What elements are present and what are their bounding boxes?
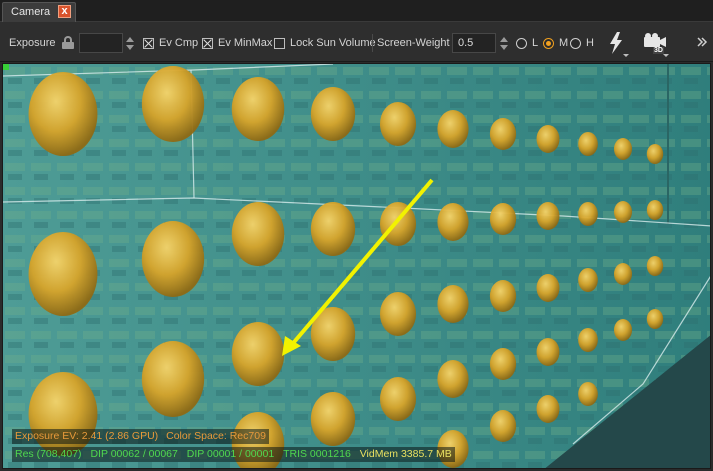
chevron-down-icon	[663, 54, 669, 57]
hud-dip-2: DIP 00001 / 00001	[186, 448, 275, 460]
hud-res: Res (708,407)	[15, 448, 82, 460]
sphere	[437, 360, 469, 398]
exposure-input[interactable]	[79, 33, 123, 53]
sphere	[613, 319, 633, 341]
sphere	[578, 132, 598, 156]
screen-weight-label: Screen-Weight	[377, 37, 450, 49]
sphere	[536, 274, 560, 302]
sphere	[379, 102, 417, 146]
ev-minmax-label: Ev MinMax	[218, 37, 273, 49]
sphere	[310, 392, 356, 446]
camera-3d-icon[interactable]: 3D	[641, 31, 669, 57]
sphere	[489, 348, 517, 380]
sphere	[489, 280, 517, 312]
sphere	[613, 201, 633, 223]
ev-minmax-checkbox[interactable]	[202, 38, 213, 49]
sphere	[437, 285, 469, 323]
lock-sun-volume-checkbox[interactable]	[274, 38, 285, 49]
sphere	[28, 232, 98, 316]
sphere	[437, 203, 469, 241]
hud-color-space: Color Space: Rec709	[166, 430, 266, 442]
sphere	[141, 341, 205, 417]
exposure-label: Exposure	[9, 37, 56, 49]
sphere	[613, 263, 633, 285]
tab-bar: Camera x	[0, 0, 713, 22]
lock-sun-volume-label: Lock Sun Volume	[290, 37, 376, 49]
sphere	[379, 377, 417, 421]
sphere	[578, 268, 598, 292]
close-icon[interactable]: x	[58, 5, 71, 18]
chevron-down-icon	[623, 54, 629, 57]
viewport-scene	[3, 64, 710, 468]
screen-weight-input[interactable]: 0.5	[452, 33, 496, 53]
quality-medium-radio[interactable]	[543, 38, 554, 49]
sphere	[646, 200, 664, 220]
hud-exposure-line: Exposure EV: 2.41 (2.86 GPU) Color Space…	[12, 429, 269, 444]
sphere	[379, 202, 417, 246]
toolbar-overflow-icon[interactable]	[695, 34, 709, 60]
screen-weight-stepper[interactable]	[498, 33, 510, 53]
sphere	[379, 292, 417, 336]
sphere	[646, 309, 664, 329]
tab-camera[interactable]: Camera x	[2, 2, 76, 22]
sphere	[28, 72, 98, 156]
sphere	[310, 202, 356, 256]
quality-low-label: L	[532, 37, 539, 49]
sphere	[578, 202, 598, 226]
sphere	[489, 410, 517, 442]
camera-3d-badge: 3D	[653, 47, 664, 54]
exposure-stepper[interactable]	[124, 33, 136, 53]
sphere	[536, 202, 560, 230]
camera-viewport[interactable]: Exposure EV: 2.41 (2.86 GPU) Color Space…	[2, 63, 711, 469]
sphere	[578, 328, 598, 352]
sphere	[613, 138, 633, 160]
hud-tris: TRIS 0001216	[283, 448, 351, 460]
sphere	[646, 256, 664, 276]
viewport-corner-marker	[3, 64, 9, 70]
tab-camera-label: Camera	[11, 6, 51, 18]
ev-cmp-checkbox[interactable]	[143, 38, 154, 49]
hud-dip-1: DIP 00062 / 00067	[90, 448, 178, 460]
sphere	[141, 66, 205, 142]
sphere	[231, 202, 285, 266]
toolbar-divider	[372, 34, 373, 52]
sphere	[536, 125, 560, 153]
hud-exposure-ev: Exposure EV: 2.41 (2.86 GPU)	[15, 430, 159, 442]
quality-high-radio[interactable]	[570, 38, 581, 49]
lightning-icon[interactable]	[605, 31, 629, 57]
sphere	[437, 110, 469, 148]
sphere	[231, 77, 285, 141]
camera-toolbar: Exposure Ev Cmp Ev MinMax Lock Sun Volum…	[0, 22, 713, 62]
ev-cmp-label: Ev Cmp	[159, 37, 199, 49]
sphere	[536, 338, 560, 366]
hud-stats-line: Res (708,407) DIP 00062 / 00067 DIP 0000…	[12, 447, 455, 462]
sphere	[141, 221, 205, 297]
lock-icon[interactable]	[62, 36, 74, 49]
quality-medium-label: M	[559, 37, 569, 49]
sphere	[578, 382, 598, 406]
sphere	[646, 144, 664, 164]
quality-low-radio[interactable]	[516, 38, 527, 49]
sphere	[536, 395, 560, 423]
sphere	[489, 118, 517, 150]
sphere	[310, 87, 356, 141]
hud-vidmem: VidMem 3385.7 MB	[359, 448, 452, 460]
quality-high-label: H	[586, 37, 594, 49]
sphere	[489, 203, 517, 235]
sphere	[231, 322, 285, 386]
